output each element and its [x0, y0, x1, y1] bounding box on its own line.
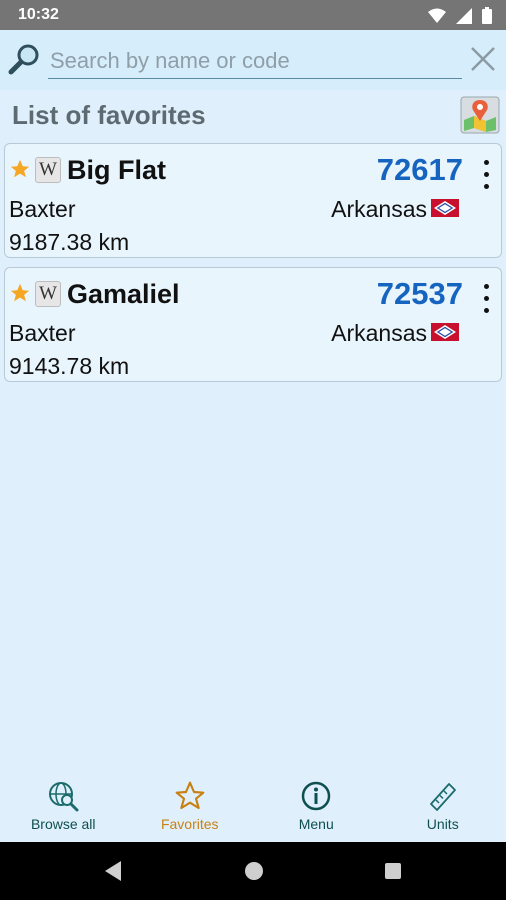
nav-favorites[interactable]: Favorites [127, 770, 254, 842]
home-icon[interactable] [243, 859, 265, 883]
nav-label: Browse all [30, 816, 96, 832]
nav-label: Menu [298, 816, 334, 832]
nav-label: Units [426, 816, 459, 832]
search-input[interactable] [48, 44, 462, 79]
place-name: Big Flat [67, 155, 166, 185]
distance: 9143.78 km [9, 353, 130, 379]
search-bar [0, 30, 506, 90]
favorite-card[interactable]: W Big Flat 72617 Baxter Arkansas 9187.38… [4, 143, 502, 258]
state-name: Arkansas [331, 320, 427, 346]
search-icon[interactable] [8, 42, 42, 76]
nav-menu[interactable]: Menu [253, 770, 380, 842]
close-icon[interactable] [470, 46, 496, 72]
zip-code: 72617 [376, 152, 463, 187]
more-options-icon[interactable] [481, 284, 491, 320]
back-icon[interactable] [103, 859, 123, 883]
nav-units[interactable]: Units [380, 770, 506, 842]
wifi-icon [428, 8, 446, 23]
recents-icon[interactable] [382, 859, 404, 883]
star-outline-icon [175, 781, 205, 810]
star-icon[interactable] [9, 282, 31, 304]
place-name: Gamaliel [67, 279, 180, 309]
system-nav-bar [0, 842, 506, 900]
more-options-icon[interactable] [481, 160, 491, 196]
arkansas-flag-icon [431, 199, 459, 217]
arkansas-flag-icon [431, 323, 459, 341]
zip-code: 72537 [376, 276, 463, 311]
info-circle-icon [302, 781, 331, 811]
favorite-card[interactable]: W Gamaliel 72537 Baxter Arkansas 9143.78… [4, 267, 502, 382]
nav-label: Favorites [160, 816, 219, 832]
globe-search-icon [49, 782, 79, 812]
distance: 9187.38 km [9, 229, 130, 255]
ruler-icon [429, 783, 456, 811]
map-pin-icon[interactable] [460, 96, 500, 134]
wikipedia-icon[interactable]: W [35, 281, 61, 307]
signal-icon [456, 7, 472, 24]
bottom-nav: Browse all Favorites Menu Units [0, 770, 506, 842]
state-name: Arkansas [331, 196, 427, 222]
nav-browse-all[interactable]: Browse all [0, 770, 127, 842]
star-icon[interactable] [9, 158, 31, 180]
wikipedia-icon[interactable]: W [35, 157, 61, 183]
status-time: 10:32 [18, 6, 59, 23]
county-name: Baxter [9, 196, 76, 222]
county-name: Baxter [9, 320, 76, 346]
list-title: List of favorites [12, 100, 206, 130]
status-bar: 10:32 [0, 0, 506, 30]
battery-icon [482, 7, 492, 24]
